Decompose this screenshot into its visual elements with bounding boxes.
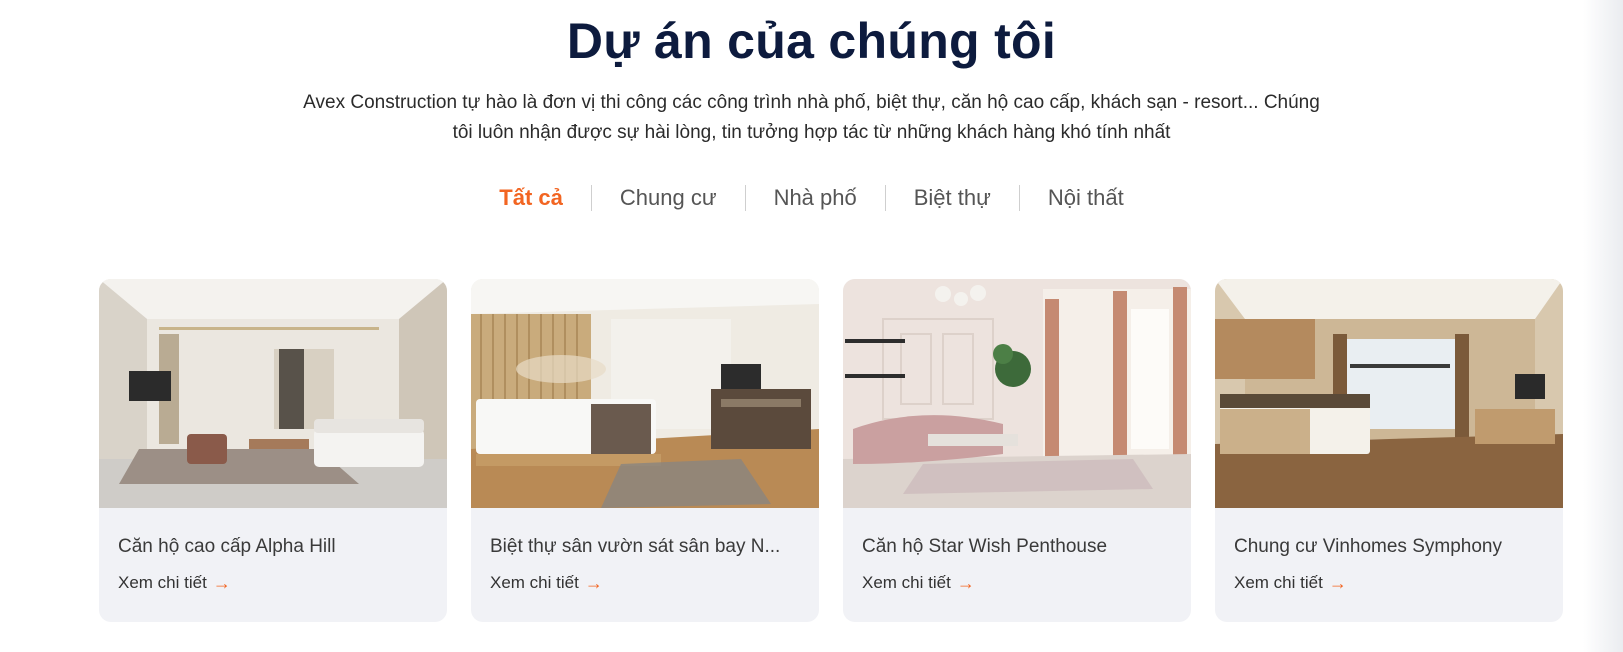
arrow-right-icon: → xyxy=(956,573,975,593)
villa-bedroom-image xyxy=(471,279,819,508)
project-image[interactable] xyxy=(1215,279,1563,508)
page-title: Dự án của chúng tôi xyxy=(566,13,1057,69)
view-details-link[interactable]: Xem chi tiết → xyxy=(118,572,231,594)
view-details-label: Xem chi tiết xyxy=(118,573,207,592)
view-details-label: Xem chi tiết xyxy=(1234,573,1323,592)
apartment-bedroom-image xyxy=(1215,279,1563,508)
view-details-link[interactable]: Xem chi tiết → xyxy=(1234,572,1347,594)
arrow-right-icon: → xyxy=(1328,573,1347,593)
view-details-link[interactable]: Xem chi tiết → xyxy=(490,572,603,594)
project-cards: Căn hộ cao cấp Alpha Hill Xem chi tiết → xyxy=(99,279,1563,622)
page-edge-shadow xyxy=(1583,0,1623,652)
arrow-right-icon: → xyxy=(584,573,603,593)
project-card[interactable]: Căn hộ cao cấp Alpha Hill Xem chi tiết → xyxy=(99,279,447,622)
project-card[interactable]: Căn hộ Star Wish Penthouse Xem chi tiết … xyxy=(843,279,1191,622)
project-image[interactable] xyxy=(843,279,1191,508)
project-title: Căn hộ cao cấp Alpha Hill xyxy=(118,536,336,557)
tab-all[interactable]: Tất cả xyxy=(471,183,591,213)
living-room-image xyxy=(99,279,447,508)
penthouse-living-image xyxy=(843,279,1191,508)
tab-apartments[interactable]: Chung cư xyxy=(592,183,745,213)
view-details-link[interactable]: Xem chi tiết → xyxy=(862,572,975,594)
project-filter-tabs: Tất cả Chung cư Nhà phố Biệt thự Nội thấ… xyxy=(0,183,1623,213)
project-image[interactable] xyxy=(471,279,819,508)
project-card[interactable]: Biệt thự sân vườn sát sân bay N... Xem c… xyxy=(471,279,819,622)
project-title: Chung cư Vinhomes Symphony xyxy=(1234,536,1502,557)
arrow-right-icon: → xyxy=(212,573,231,593)
section-intro: Avex Construction tự hào là đơn vị thi c… xyxy=(276,88,1347,148)
intro-line-2: tôi luôn nhận được sự hài lòng, tin tưởn… xyxy=(452,122,1171,143)
tab-interior[interactable]: Nội thất xyxy=(1020,183,1152,213)
tab-townhouses[interactable]: Nhà phố xyxy=(746,183,885,213)
tab-villas[interactable]: Biệt thự xyxy=(886,183,1019,213)
project-card[interactable]: Chung cư Vinhomes Symphony Xem chi tiết … xyxy=(1215,279,1563,622)
view-details-label: Xem chi tiết xyxy=(862,573,951,592)
project-title: Căn hộ Star Wish Penthouse xyxy=(862,536,1108,557)
project-title: Biệt thự sân vườn sát sân bay N... xyxy=(490,536,781,557)
intro-line-1: Avex Construction tự hào là đơn vị thi c… xyxy=(303,92,1320,113)
view-details-label: Xem chi tiết xyxy=(490,573,579,592)
project-image[interactable] xyxy=(99,279,447,508)
